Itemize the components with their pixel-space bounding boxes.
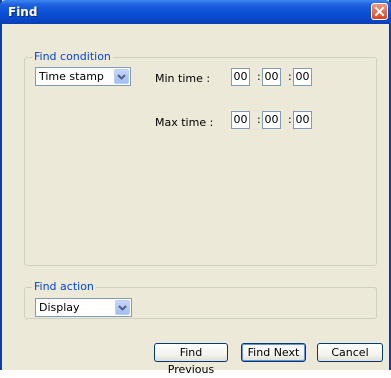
- find-dialog: Find Find condition Time stamp Min time …: [0, 0, 391, 376]
- find-action-label: Find action: [32, 280, 96, 294]
- find-previous-button[interactable]: Find Previous: [154, 343, 228, 376]
- min-time-label: Min time :: [155, 72, 211, 85]
- condition-field-select[interactable]: Time stamp: [35, 67, 131, 86]
- find-condition-group: Find condition Time stamp Min time : 00 …: [24, 50, 377, 266]
- close-button[interactable]: [371, 3, 388, 20]
- min-time-minutes[interactable]: 00: [262, 68, 281, 86]
- close-icon: [374, 6, 385, 17]
- min-time-colon-1: :: [257, 70, 261, 83]
- max-time-label: Max time :: [155, 116, 214, 129]
- find-condition-label: Find condition: [32, 50, 113, 64]
- find-action-group: Find action Display: [24, 280, 377, 319]
- max-time-colon-2: :: [288, 113, 292, 126]
- max-time-seconds[interactable]: 00: [293, 111, 312, 129]
- find-next-button[interactable]: Find Next: [241, 343, 306, 362]
- find-action-value: Display: [39, 301, 80, 314]
- title-bar[interactable]: Find: [0, 0, 391, 24]
- min-time-colon-2: :: [288, 70, 292, 83]
- min-time-hours[interactable]: 00: [231, 68, 250, 86]
- chevron-down-icon[interactable]: [115, 300, 130, 315]
- find-action-select[interactable]: Display: [35, 298, 132, 317]
- cancel-button[interactable]: Cancel: [317, 343, 383, 362]
- condition-field-value: Time stamp: [39, 70, 104, 83]
- min-time-seconds[interactable]: 00: [293, 68, 312, 86]
- chevron-down-icon[interactable]: [114, 69, 129, 84]
- max-time-colon-1: :: [257, 113, 261, 126]
- max-time-minutes[interactable]: 00: [262, 111, 281, 129]
- max-time-hours[interactable]: 00: [231, 111, 250, 129]
- window-title: Find: [8, 5, 38, 19]
